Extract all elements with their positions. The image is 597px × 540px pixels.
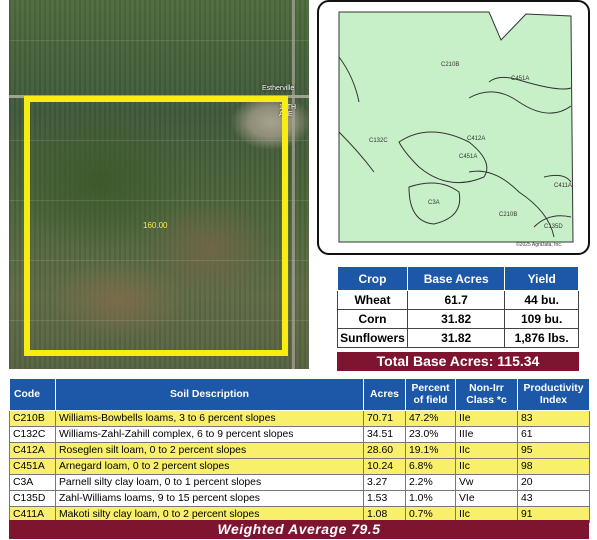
soil-acres: 70.71 — [363, 410, 406, 427]
soil-code: C3A — [9, 474, 56, 491]
col-header-crop: Crop — [337, 266, 408, 291]
soil-productivity-index: 95 — [517, 442, 590, 459]
weighted-average: Weighted Average 79.5 — [9, 520, 589, 539]
soil-description: Roseglen silt loam, 0 to 2 percent slope… — [55, 442, 364, 459]
soil-acres: 1.53 — [363, 490, 406, 507]
soil-percent: 6.8% — [405, 458, 456, 475]
soil-table: Code Soil Description Acres Percent of f… — [9, 378, 590, 523]
crop-yield: 44 bu. — [504, 290, 579, 310]
col-header-acres: Acres — [363, 378, 406, 411]
field-acres-label: 160.00 — [143, 221, 168, 230]
total-base-acres: Total Base Acres: 115.34 — [337, 352, 579, 371]
soil-productivity-index: 20 — [517, 474, 590, 491]
soil-acres: 28.60 — [363, 442, 406, 459]
road-label: Estherville — [262, 85, 295, 92]
crop-base-acres: 61.7 — [406, 290, 506, 310]
soil-description: Williams-Bowbells loams, 3 to 6 percent … — [55, 410, 364, 427]
soil-class: IIc — [455, 458, 518, 475]
table-row: Wheat 61.7 44 bu. — [337, 290, 579, 310]
soil-acres: 3.27 — [363, 474, 406, 491]
soil-map-label: C451A — [459, 154, 477, 160]
crop-base-acres: 31.82 — [406, 328, 506, 348]
soil-percent: 1.0% — [405, 490, 456, 507]
soil-class: Vw — [455, 474, 518, 491]
col-header-code: Code — [9, 378, 56, 411]
soil-class: IIIe — [455, 426, 518, 443]
soil-code: C135D — [9, 490, 56, 507]
col-header-non-irr-class: Non-Irr Class *c — [455, 378, 518, 411]
col-header-percent: Percent of field — [405, 378, 456, 411]
col-header-soil-description: Soil Description — [55, 378, 364, 411]
soil-productivity-index: 61 — [517, 426, 590, 443]
crop-yield: 1,876 lbs. — [504, 328, 579, 348]
soil-acres: 34.51 — [363, 426, 406, 443]
soil-map-label: C210B — [441, 62, 459, 68]
soil-map-label: C411A — [554, 183, 572, 189]
crop-name: Sunflowers — [337, 328, 408, 348]
soil-class: IIc — [455, 442, 518, 459]
soil-code: C451A — [9, 458, 56, 475]
table-row: C210B Williams-Bowbells loams, 3 to 6 per… — [9, 410, 590, 427]
soil-percent: 23.0% — [405, 426, 456, 443]
copyright-label: ©2025 AgriData, Inc. — [516, 241, 562, 248]
soil-map-label: C210B — [499, 212, 517, 218]
soil-map-label: C132C — [369, 138, 388, 144]
soil-percent: 47.2% — [405, 410, 456, 427]
soil-productivity-index: 83 — [517, 410, 590, 427]
table-row: C412A Roseglen silt loam, 0 to 2 percent … — [9, 442, 590, 459]
soil-percent: 19.1% — [405, 442, 456, 459]
soil-description: Arnegard loam, 0 to 2 percent slopes — [55, 458, 364, 475]
soil-map: C210B C451A C132C C412A C451A C3A C210B … — [317, 0, 590, 255]
soil-productivity-index: 43 — [517, 490, 590, 507]
crop-name: Wheat — [337, 290, 408, 310]
soil-productivity-index: 98 — [517, 458, 590, 475]
soil-description: Williams-Zahl-Zahill complex, 6 to 9 per… — [55, 426, 364, 443]
crop-name: Corn — [337, 309, 408, 329]
col-header-productivity-index: Productivity Index — [517, 378, 590, 411]
soil-map-label: C3A — [428, 200, 440, 206]
road-line — [292, 0, 295, 369]
table-row: Corn 31.82 109 bu. — [337, 309, 579, 329]
soil-map-label: C412A — [467, 136, 485, 142]
aerial-photo: Estherville 18TH AVE 160.00 — [9, 0, 309, 369]
col-header-base-acres: Base Acres — [406, 266, 506, 291]
crop-base-table: Crop Base Acres Yield Wheat 61.7 44 bu. … — [337, 266, 579, 348]
soil-acres: 10.24 — [363, 458, 406, 475]
col-header-yield: Yield — [504, 266, 579, 291]
table-row: C451A Arnegard loam, 0 to 2 percent slope… — [9, 458, 590, 475]
soil-description: Parnell silty clay loam, 0 to 1 percent … — [55, 474, 364, 491]
table-row: C3A Parnell silty clay loam, 0 to 1 perce… — [9, 474, 590, 491]
crop-base-acres: 31.82 — [406, 309, 506, 329]
table-row: C135D Zahl-Williams loams, 9 to 15 percen… — [9, 490, 590, 507]
table-row: C132C Williams-Zahl-Zahill complex, 6 to … — [9, 426, 590, 443]
soil-map-label: C135D — [544, 224, 563, 230]
soil-percent: 2.2% — [405, 474, 456, 491]
soil-description: Zahl-Williams loams, 9 to 15 percent slo… — [55, 490, 364, 507]
crop-yield: 109 bu. — [504, 309, 579, 329]
soil-code: C210B — [9, 410, 56, 427]
soil-map-label: C451A — [511, 76, 529, 82]
soil-class: IIe — [455, 410, 518, 427]
soil-class: VIe — [455, 490, 518, 507]
soil-code: C132C — [9, 426, 56, 443]
table-row: Sunflowers 31.82 1,876 lbs. — [337, 328, 579, 348]
soil-code: C412A — [9, 442, 56, 459]
